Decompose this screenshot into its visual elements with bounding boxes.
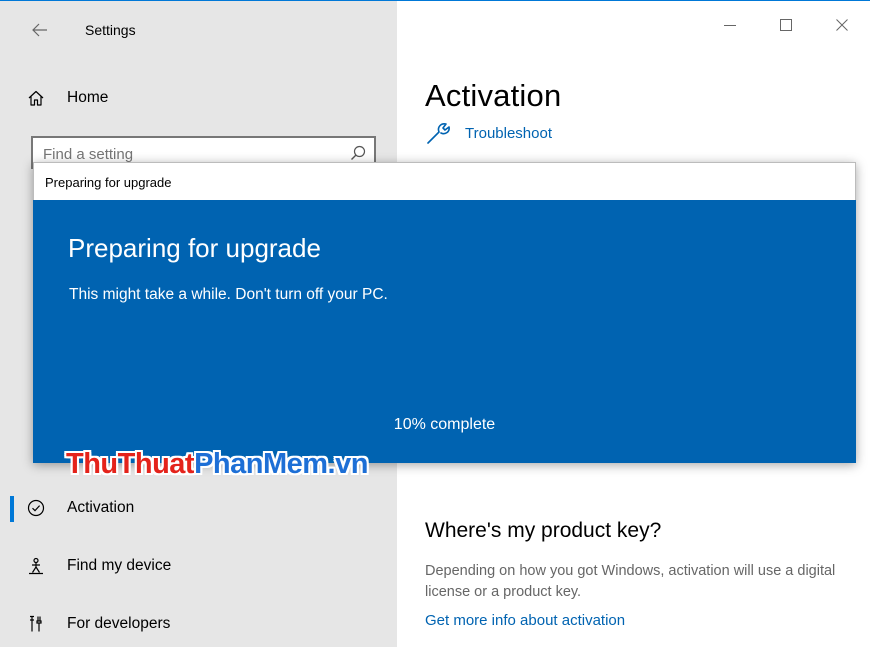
upgrade-dialog: Preparing for upgrade Preparing for upgr… [33, 162, 856, 463]
sidebar-item-home[interactable]: Home [0, 78, 397, 118]
watermark-part-1: ThuThuat [66, 448, 195, 480]
maximize-icon [780, 19, 792, 31]
minimize-icon [724, 25, 736, 26]
product-key-heading: Where's my product key? [425, 519, 662, 542]
back-button[interactable] [26, 16, 54, 44]
sidebar-item-label: Activation [67, 499, 135, 516]
maximize-button[interactable] [758, 0, 814, 50]
watermark-part-2: PhanMem.vn [194, 448, 368, 480]
sidebar-item-for-developers[interactable]: For developers [0, 604, 397, 644]
window-controls [702, 0, 870, 50]
wrench-icon [427, 123, 450, 144]
sidebar-item-label: Home [67, 89, 109, 106]
sidebar-item-label: Find my device [67, 557, 172, 574]
close-button[interactable] [814, 0, 870, 50]
app-title: Settings [85, 22, 136, 38]
sidebar-item-find-my-device[interactable]: Find my device [0, 546, 397, 586]
watermark-logo: ThuThuatPhanMem.vn [66, 448, 368, 481]
sidebar-item-activation[interactable]: Activation [0, 488, 397, 528]
activation-info-link[interactable]: Get more info about activation [425, 612, 625, 629]
troubleshoot-link[interactable]: Troubleshoot [425, 120, 552, 146]
circle-check-icon [26, 498, 46, 518]
close-icon [836, 19, 848, 31]
dialog-title-bar[interactable]: Preparing for upgrade [33, 162, 856, 200]
active-indicator [10, 496, 14, 522]
back-arrow-icon [32, 23, 47, 37]
dialog-heading: Preparing for upgrade [68, 233, 321, 263]
search-icon[interactable] [350, 145, 366, 161]
person-location-icon [26, 556, 46, 576]
minimize-button[interactable] [702, 0, 758, 50]
page-title: Activation [425, 78, 562, 113]
developer-tools-icon [26, 614, 46, 634]
dialog-title-text: Preparing for upgrade [45, 175, 172, 190]
search-input[interactable] [43, 144, 343, 164]
troubleshoot-label: Troubleshoot [465, 124, 552, 142]
home-icon [26, 88, 46, 108]
product-key-description: Depending on how you got Windows, activa… [425, 563, 836, 600]
dialog-body: Preparing for upgrade This might take a … [33, 200, 856, 463]
dialog-message: This might take a while. Don't turn off … [69, 286, 388, 303]
progress-status: 10% complete [393, 416, 496, 433]
sidebar-item-label: For developers [67, 615, 171, 632]
